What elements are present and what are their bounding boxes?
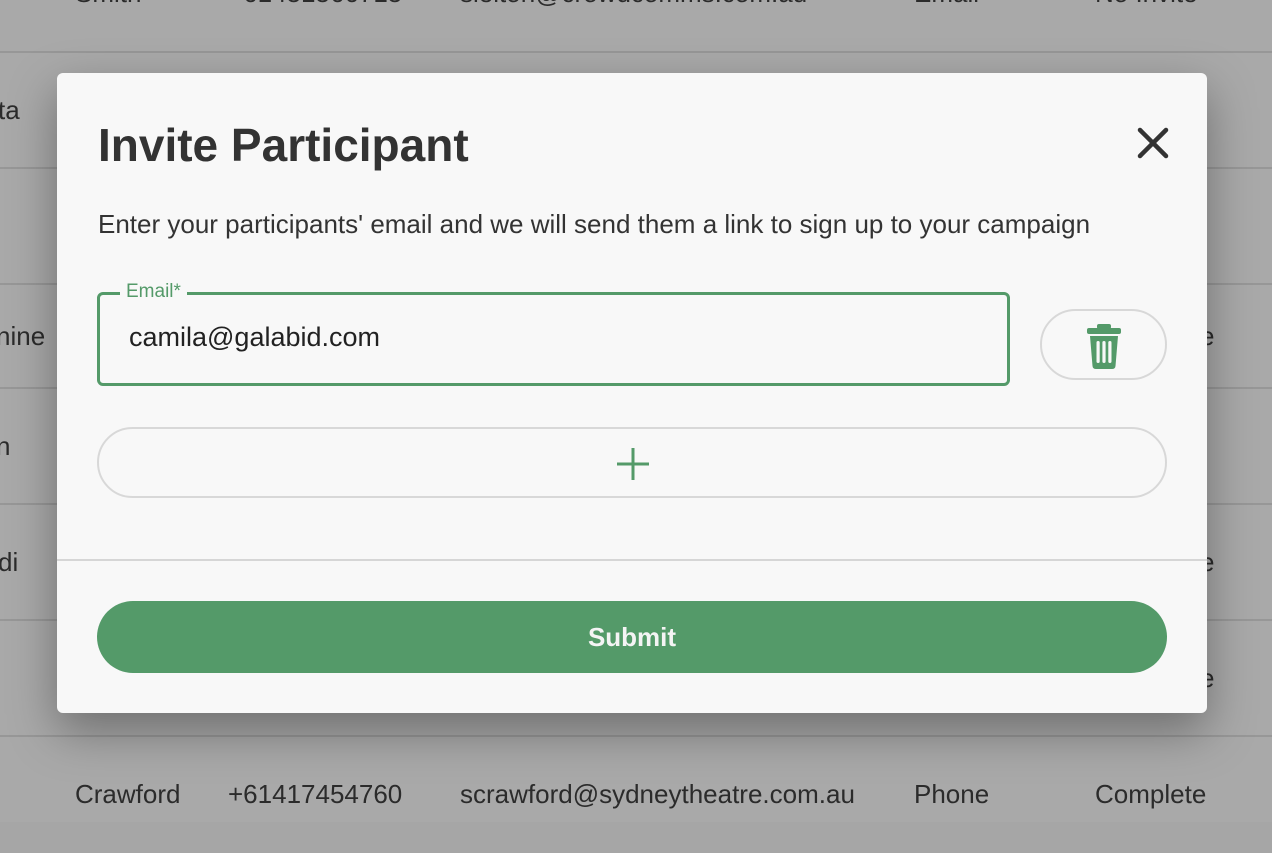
email-field-label: Email* [120, 280, 187, 304]
email-field[interactable]: Email* [97, 280, 1010, 386]
dialog-title: Invite Participant [98, 119, 469, 171]
trash-icon [1087, 324, 1121, 369]
email-input[interactable] [129, 319, 969, 355]
add-email-button[interactable] [97, 427, 1167, 498]
invite-participant-dialog: Invite Participant Enter your participan… [57, 73, 1207, 713]
delete-email-button[interactable] [1040, 309, 1167, 380]
dialog-divider [57, 559, 1207, 561]
close-button[interactable] [1133, 123, 1173, 163]
close-icon [1137, 127, 1169, 159]
plus-icon [617, 448, 649, 480]
submit-button[interactable]: Submit [97, 601, 1167, 673]
dialog-description: Enter your participants' email and we wi… [98, 209, 1091, 239]
